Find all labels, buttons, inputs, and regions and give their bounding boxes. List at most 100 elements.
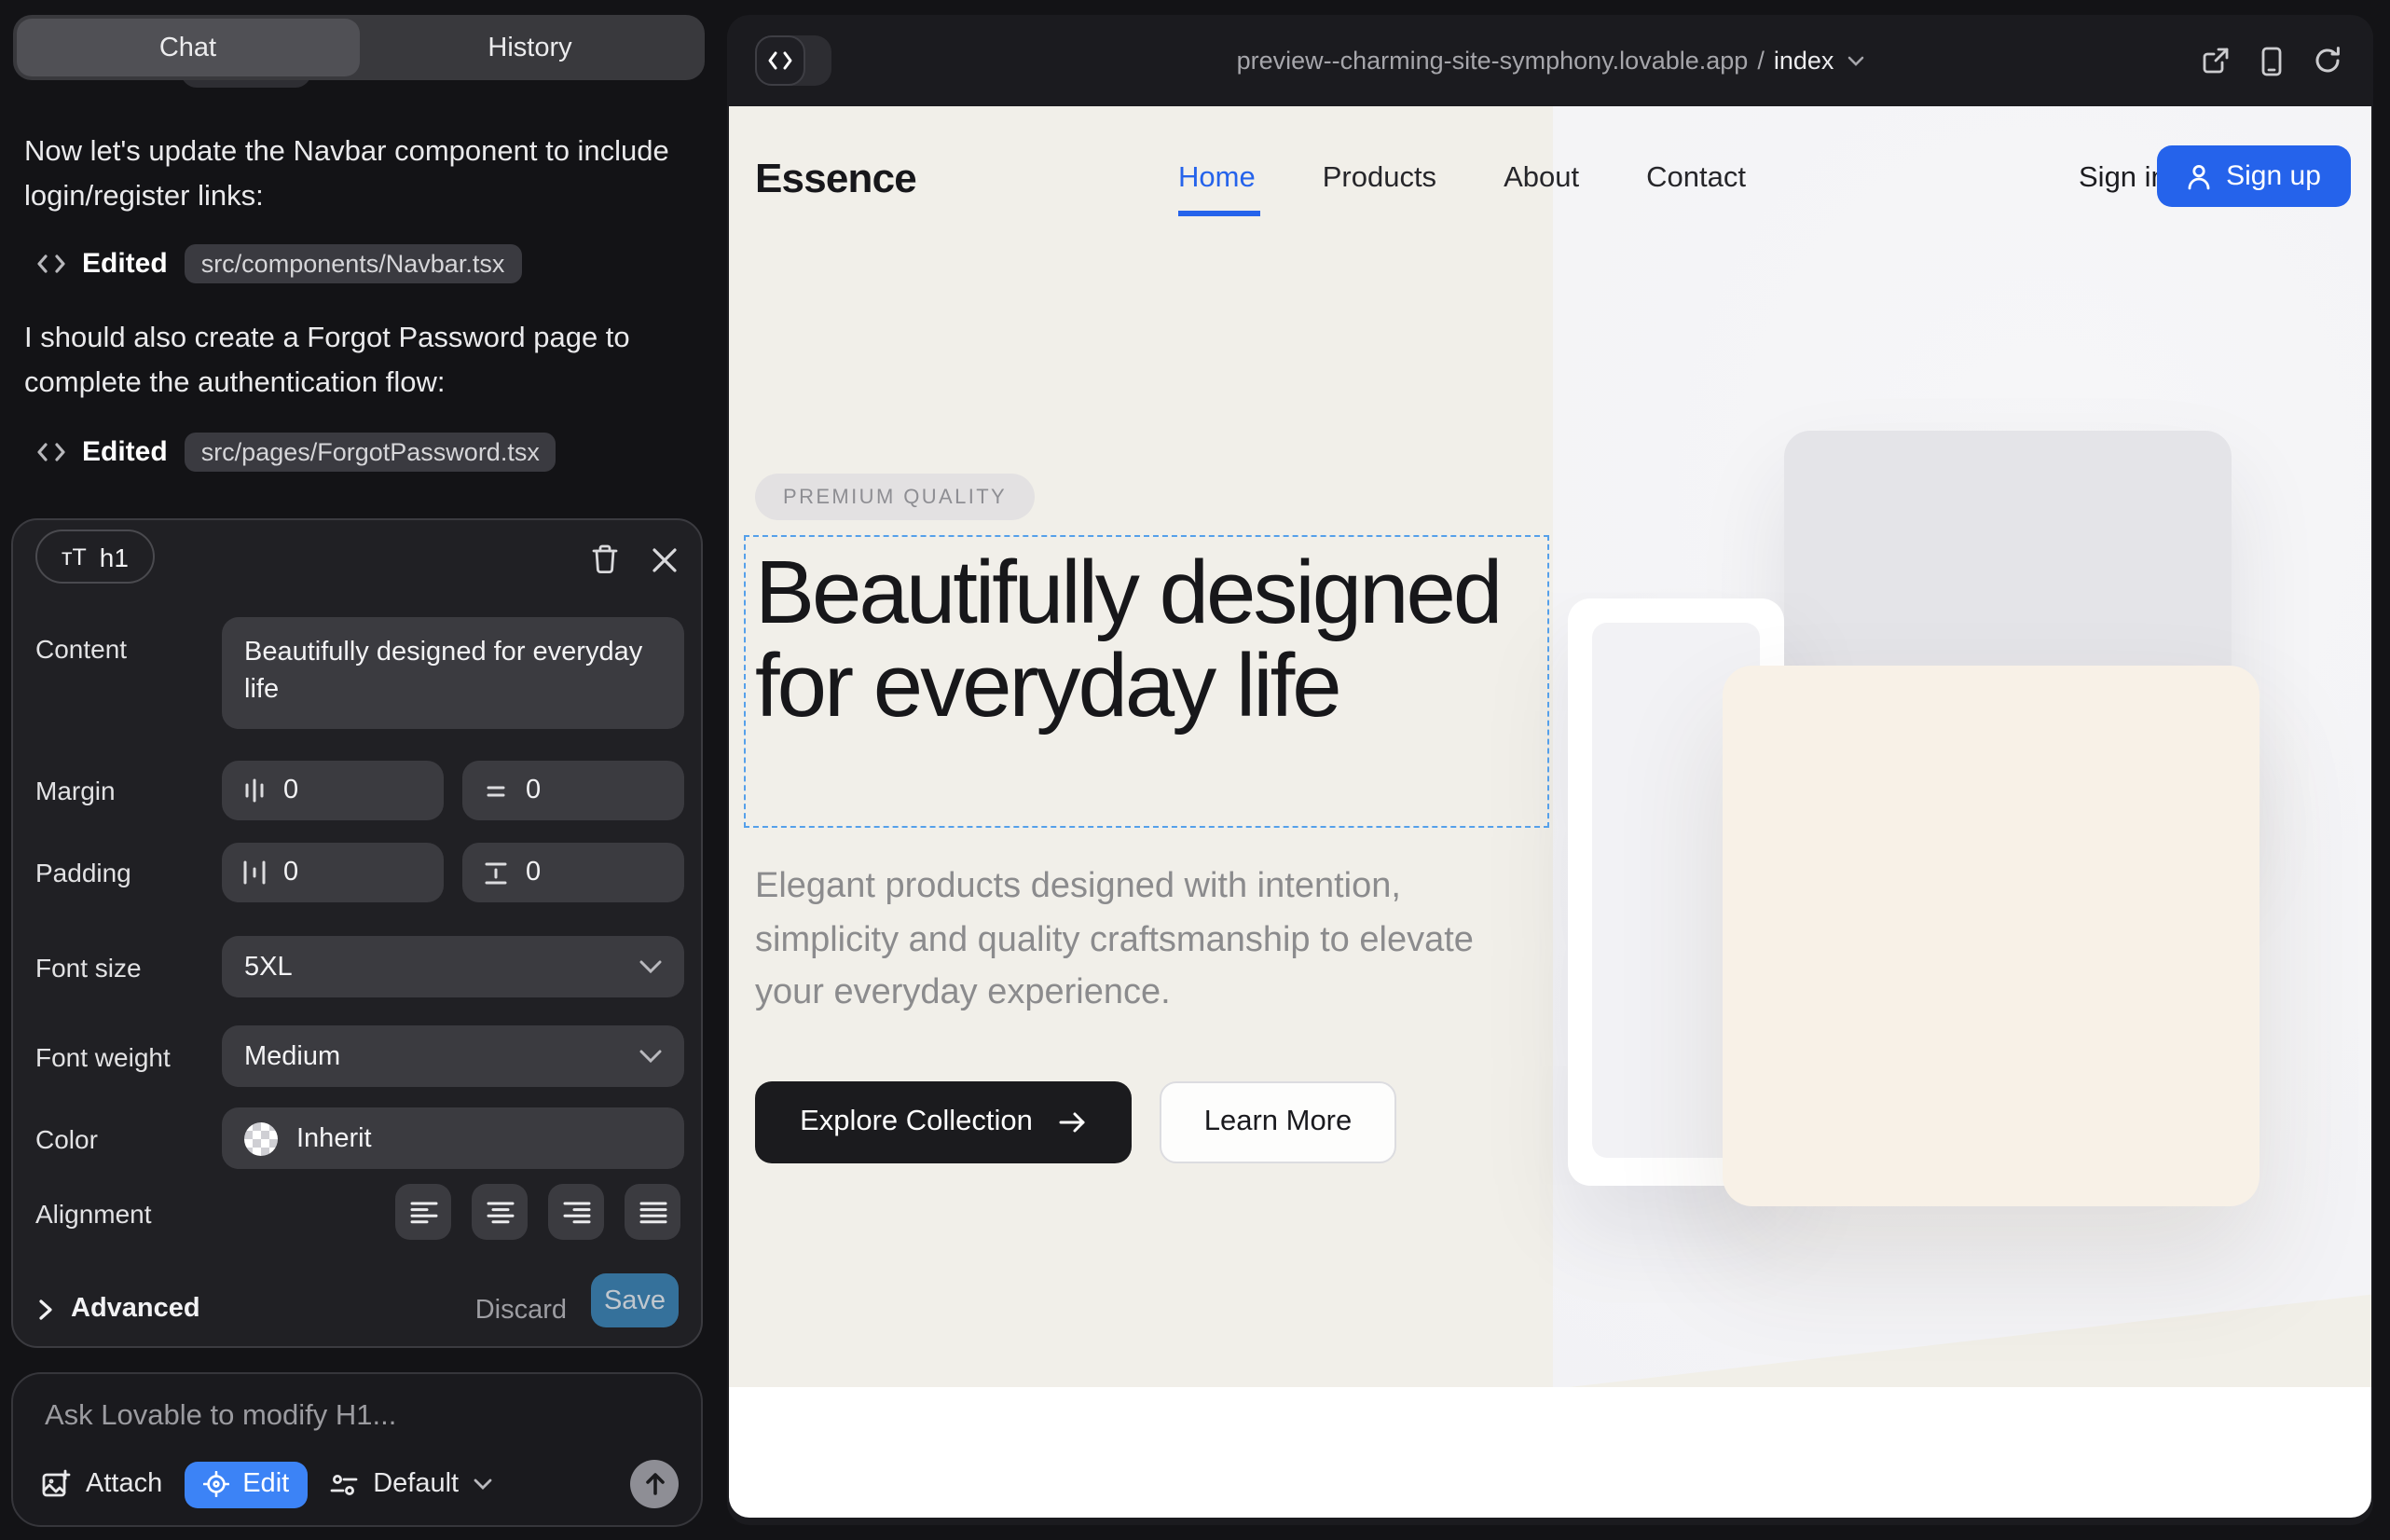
- code-icon: [37, 440, 65, 464]
- composer-toolbar: Attach Edit Default: [41, 1460, 679, 1508]
- send-button[interactable]: [630, 1460, 679, 1508]
- edit-mode-button[interactable]: Edit: [185, 1461, 308, 1507]
- color-swatch: [244, 1121, 278, 1155]
- element-tag: h1: [100, 542, 129, 571]
- preview-toolbar-icons: [2202, 15, 2342, 106]
- site-nav: Home Products About Contact: [1178, 162, 1746, 196]
- chevron-down-icon: [474, 1478, 492, 1490]
- sliders-icon: [330, 1472, 358, 1496]
- margin-vertical-icon: [483, 778, 509, 803]
- align-right-button[interactable]: [548, 1184, 604, 1240]
- decorative-card-cream: [1723, 666, 2260, 1206]
- margin-x-input[interactable]: 0: [222, 761, 444, 820]
- chat-panel: ·· Chat History Now let's update the Nav…: [0, 0, 714, 1540]
- smartphone-icon: [2261, 46, 2282, 76]
- composer-placeholder[interactable]: Ask Lovable to modify H1...: [45, 1400, 396, 1434]
- attach-button[interactable]: Attach: [41, 1469, 162, 1499]
- edited-file-path[interactable]: src/components/Navbar.tsx: [185, 244, 522, 283]
- alignment-label: Alignment: [35, 1199, 152, 1229]
- nav-link-products[interactable]: Products: [1323, 162, 1436, 196]
- url-page: index: [1774, 47, 1834, 75]
- align-left-icon: [409, 1200, 437, 1224]
- chevron-right-icon: [39, 1299, 52, 1319]
- chat-composer[interactable]: Ask Lovable to modify H1... Attach Edit: [11, 1372, 703, 1527]
- user-icon: [2187, 163, 2211, 189]
- color-label: Color: [35, 1124, 98, 1154]
- nav-link-about[interactable]: About: [1504, 162, 1579, 196]
- save-button[interactable]: Save: [591, 1273, 679, 1327]
- align-justify-icon: [639, 1200, 666, 1224]
- tab-chat[interactable]: Chat: [17, 19, 359, 76]
- active-nav-underline: [1178, 211, 1260, 215]
- url-host: preview--charming-site-symphony.lovable.…: [1237, 47, 1749, 75]
- image-plus-icon: [41, 1469, 71, 1499]
- delete-element-button[interactable]: [585, 541, 623, 578]
- font-size-select[interactable]: 5XL: [222, 936, 684, 997]
- preview-url-bar[interactable]: preview--charming-site-symphony.lovable.…: [727, 15, 2373, 106]
- chevron-down-icon: [1847, 55, 1863, 66]
- sign-in-link[interactable]: Sign in: [2079, 162, 2167, 196]
- hero-cta-row: Explore Collection Learn More: [755, 1081, 1396, 1163]
- align-center-button[interactable]: [472, 1184, 528, 1240]
- chevron-down-icon: [639, 1050, 662, 1063]
- align-center-icon: [486, 1200, 514, 1224]
- explore-collection-button[interactable]: Explore Collection: [755, 1081, 1132, 1163]
- refresh-icon: [2314, 47, 2342, 75]
- font-weight-label: Font weight: [35, 1042, 171, 1072]
- external-link-icon: [2202, 47, 2230, 75]
- refresh-button[interactable]: [2314, 47, 2342, 75]
- app-root: ·· Chat History Now let's update the Nav…: [0, 0, 2390, 1540]
- padding-label: Padding: [35, 858, 131, 887]
- alignment-buttons: [395, 1184, 680, 1240]
- align-right-icon: [562, 1200, 590, 1224]
- edited-file-row[interactable]: Edited src/components/Navbar.tsx: [37, 244, 521, 283]
- padding-horizontal-icon: [242, 859, 267, 886]
- content-label: Content: [35, 634, 127, 664]
- edited-label: Edited: [82, 248, 168, 280]
- learn-more-button[interactable]: Learn More: [1160, 1081, 1396, 1163]
- element-inspector-panel: тT h1 Content Beautifully designed for e…: [11, 518, 703, 1348]
- site-page: Essence Home Products About Contact Sign…: [729, 106, 2371, 1518]
- padding-vertical-icon: [483, 860, 509, 885]
- open-external-button[interactable]: [2202, 47, 2230, 75]
- nav-link-contact[interactable]: Contact: [1646, 162, 1746, 196]
- url-separator: /: [1757, 47, 1765, 75]
- target-icon: [203, 1471, 229, 1497]
- mode-select[interactable]: Default: [330, 1469, 492, 1499]
- premium-quality-badge: PREMIUM QUALITY: [755, 474, 1035, 520]
- chat-message: I should also create a Forgot Password p…: [24, 317, 692, 405]
- color-select[interactable]: Inherit: [222, 1107, 684, 1169]
- chat-history-tabs: Chat History: [13, 15, 705, 80]
- padding-x-input[interactable]: 0: [222, 843, 444, 902]
- chevron-down-icon: [639, 960, 662, 973]
- margin-y-input[interactable]: 0: [462, 761, 684, 820]
- nav-link-home[interactable]: Home: [1178, 162, 1256, 196]
- preview-frame: preview--charming-site-symphony.lovable.…: [727, 15, 2373, 1525]
- padding-y-input[interactable]: 0: [462, 843, 684, 902]
- font-weight-select[interactable]: Medium: [222, 1025, 684, 1087]
- code-icon: [37, 252, 65, 276]
- selected-element-chip[interactable]: тT h1: [35, 529, 155, 584]
- arrow-up-icon: [644, 1473, 665, 1495]
- margin-label: Margin: [35, 776, 116, 805]
- close-inspector-button[interactable]: [645, 541, 682, 578]
- align-left-button[interactable]: [395, 1184, 451, 1240]
- arrow-right-icon: [1059, 1111, 1087, 1134]
- content-input[interactable]: Beautifully designed for everyday life: [222, 617, 684, 729]
- edited-file-row[interactable]: Edited src/pages/ForgotPassword.tsx: [37, 433, 556, 472]
- sign-up-button[interactable]: Sign up: [2157, 145, 2351, 207]
- margin-horizontal-icon: [242, 777, 267, 804]
- advanced-toggle[interactable]: Advanced: [39, 1294, 200, 1324]
- close-icon: [652, 547, 676, 571]
- font-size-label: Font size: [35, 953, 142, 983]
- discard-button[interactable]: Discard: [475, 1296, 567, 1326]
- edited-file-path[interactable]: src/pages/ForgotPassword.tsx: [185, 433, 556, 472]
- mobile-view-button[interactable]: [2261, 46, 2282, 76]
- typography-icon: тT: [62, 543, 87, 570]
- hero-paragraph: Elegant products designed with intention…: [755, 861, 1508, 1021]
- edited-label: Edited: [82, 436, 168, 468]
- site-logo[interactable]: Essence: [755, 155, 916, 203]
- align-justify-button[interactable]: [625, 1184, 680, 1240]
- hero-heading[interactable]: Beautifully designed for everyday life: [755, 548, 1542, 735]
- tab-history[interactable]: History: [359, 19, 701, 76]
